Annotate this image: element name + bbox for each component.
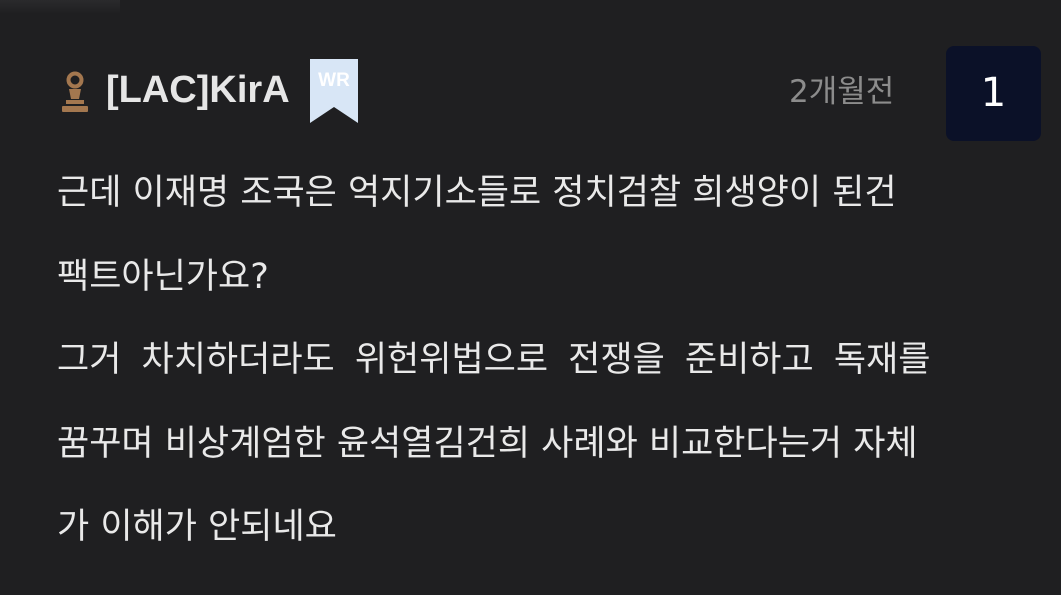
reply-count-button[interactable]: 1 [946, 46, 1041, 141]
role-badge-label: WR [318, 70, 350, 91]
comment-line-4: 꿈꾸며 비상계엄한 윤석열김건희 사례와 비교한다는거 자체 [57, 424, 918, 464]
comment-line-2: 팩트아닌가요? [57, 257, 269, 297]
comment-line-5: 가 이해가 안되네요 [57, 507, 337, 547]
comment-line-3: 그거 차치하더라도 위헌위법으로 전쟁을 준비하고 독재를 [57, 340, 931, 380]
comment-card: [LAC]KirA WR 2개월전 1 근데 이재명 조국은 억지기소들로 정치… [0, 0, 1061, 595]
comment-timestamp: 2개월전 [789, 74, 895, 110]
pawn-icon [62, 71, 88, 112]
author-name[interactable]: [LAC]KirA [106, 66, 290, 114]
comment-line-1: 근데 이재명 조국은 억지기소들로 정치검찰 희생양이 된건 [57, 173, 897, 213]
bookmark-badge-icon: WR [310, 59, 358, 123]
